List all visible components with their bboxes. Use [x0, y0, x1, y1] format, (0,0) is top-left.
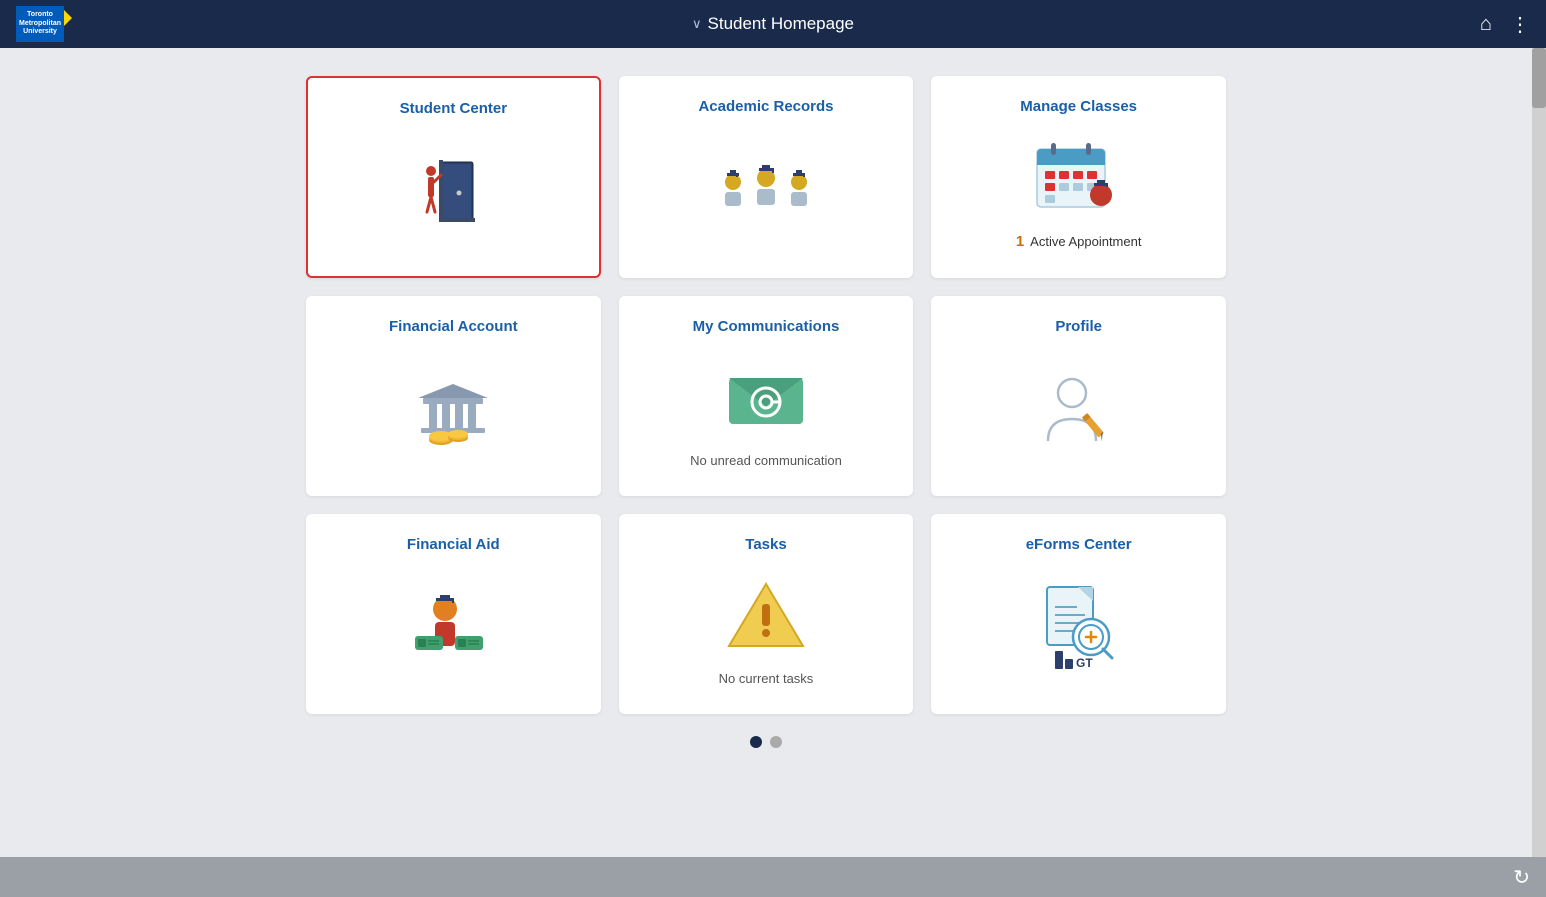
tile-profile-title: Profile	[1055, 318, 1102, 335]
tile-student-center[interactable]: Student Center	[306, 76, 601, 278]
financial-aid-svg	[403, 584, 503, 674]
my-communications-svg	[721, 358, 811, 438]
tile-eforms-center-icon: GT	[1029, 571, 1129, 686]
tile-manage-classes-title: Manage Classes	[1020, 98, 1137, 115]
profile-svg	[1034, 371, 1124, 451]
tile-tasks-subtitle: No current tasks	[719, 671, 814, 686]
tile-tasks-title: Tasks	[745, 536, 786, 553]
page-title-text: Student Homepage	[708, 14, 855, 34]
appointment-number: 1	[1016, 233, 1024, 250]
scrollbar-thumb[interactable]	[1532, 48, 1546, 108]
university-logo: Toronto Metropolitan University	[16, 6, 64, 42]
tile-financial-aid-icon	[403, 571, 503, 686]
scrollbar-track[interactable]	[1532, 48, 1546, 857]
bottom-bar: ↻	[0, 857, 1546, 897]
pagination-dot-1[interactable]	[750, 736, 762, 748]
tile-profile[interactable]: Profile	[931, 296, 1226, 496]
student-center-svg	[403, 147, 503, 237]
tile-my-communications-title: My Communications	[693, 318, 840, 335]
academic-records-svg	[711, 152, 821, 232]
tile-student-center-icon	[403, 135, 503, 248]
tile-academic-records-title: Academic Records	[698, 98, 833, 115]
tile-financial-aid[interactable]: Financial Aid	[306, 514, 601, 714]
tile-tasks-icon	[721, 571, 811, 661]
main-content: Student Center	[0, 48, 1532, 857]
top-navigation: Toronto Metropolitan University Student …	[0, 0, 1546, 48]
tasks-svg	[721, 576, 811, 656]
tile-my-communications-icon	[721, 353, 811, 443]
page-title: Student Homepage	[692, 14, 854, 34]
refresh-icon[interactable]: ↻	[1513, 865, 1530, 890]
pagination	[280, 736, 1252, 758]
eforms-center-svg: GT	[1029, 579, 1129, 679]
tile-academic-records-icon	[711, 133, 821, 250]
tile-eforms-center[interactable]: eForms Center	[931, 514, 1226, 714]
tile-my-communications[interactable]: My Communications No unread communicatio…	[619, 296, 914, 496]
svg-text:GT: GT	[1076, 656, 1093, 670]
tile-financial-account-icon	[403, 353, 503, 468]
tile-academic-records[interactable]: Academic Records	[619, 76, 914, 278]
logo-box: Toronto Metropolitan University	[16, 6, 64, 42]
logo-text: Toronto Metropolitan University	[19, 11, 61, 36]
home-icon[interactable]: ⌂	[1480, 13, 1492, 36]
tile-my-communications-subtitle: No unread communication	[690, 453, 842, 468]
tile-manage-classes-icon	[1029, 133, 1129, 223]
tile-grid: Student Center	[306, 76, 1226, 714]
tile-financial-account[interactable]: Financial Account	[306, 296, 601, 496]
manage-classes-svg	[1029, 133, 1129, 223]
pagination-dot-2[interactable]	[770, 736, 782, 748]
page-wrapper: Student Center	[0, 48, 1546, 857]
tile-financial-account-title: Financial Account	[389, 318, 518, 335]
active-appointment: 1 Active Appointment	[1016, 233, 1142, 250]
appointment-label: Active Appointment	[1030, 234, 1141, 249]
tile-tasks[interactable]: Tasks No current tasks	[619, 514, 914, 714]
tile-manage-classes[interactable]: Manage Classes	[931, 76, 1226, 278]
financial-account-svg	[403, 366, 503, 456]
tile-eforms-center-title: eForms Center	[1026, 536, 1132, 553]
tile-financial-aid-title: Financial Aid	[407, 536, 500, 553]
tile-student-center-title: Student Center	[400, 100, 508, 117]
nav-icons: ⌂ ⋮	[1480, 12, 1530, 37]
tile-profile-icon	[1034, 353, 1124, 468]
menu-icon[interactable]: ⋮	[1510, 12, 1530, 37]
